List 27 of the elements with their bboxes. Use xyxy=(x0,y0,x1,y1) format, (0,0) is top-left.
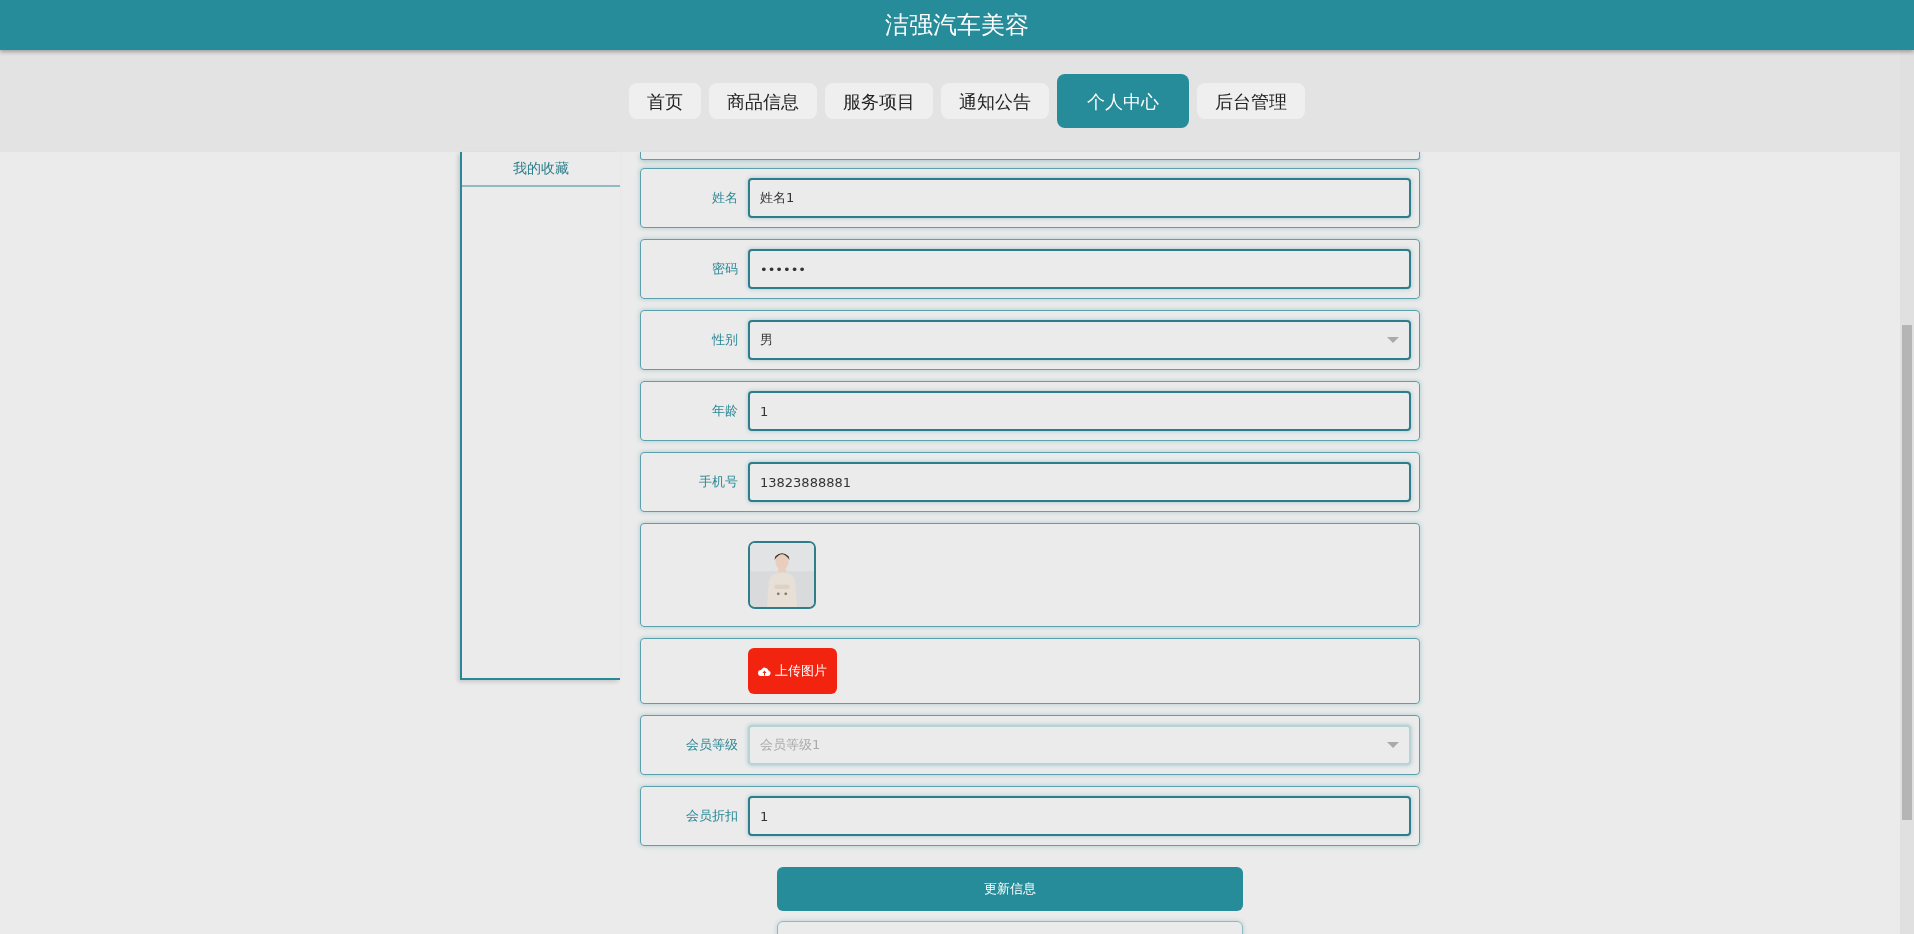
input-field[interactable]: 1 xyxy=(748,391,1411,431)
input-field[interactable]: 姓名1 xyxy=(748,178,1411,218)
field-label: 姓名 xyxy=(712,190,738,206)
input-field[interactable]: 13823888881 xyxy=(748,462,1411,502)
field-label: 会员等级 xyxy=(686,737,738,753)
nav-tab[interactable]: 商品信息 xyxy=(709,83,817,119)
cloud-upload-icon xyxy=(758,665,771,677)
nav-tab[interactable]: 首页 xyxy=(629,83,701,119)
field-label: 性别 xyxy=(712,332,738,348)
field-label: 会员折扣 xyxy=(686,808,738,824)
nav-tab[interactable]: 服务项目 xyxy=(825,83,933,119)
nav-tab[interactable]: 个人中心 xyxy=(1057,74,1189,128)
upload-button[interactable]: 上传图片 xyxy=(748,648,837,694)
dropdown-caret-icon xyxy=(1387,337,1399,343)
select-field[interactable]: 男 xyxy=(748,320,1411,360)
field-label: 手机号 xyxy=(699,474,738,490)
sidebar-item[interactable]: 我的收藏 xyxy=(462,152,620,187)
input-field[interactable]: 1 xyxy=(748,796,1411,836)
input-field[interactable]: •••••• xyxy=(748,249,1411,289)
field-label: 密码 xyxy=(712,261,738,277)
site-title: 洁强汽车美容 xyxy=(885,10,1029,41)
update-button[interactable]: 更新信息 xyxy=(777,867,1243,911)
field-label: 年龄 xyxy=(712,403,738,419)
nav-tab[interactable]: 后台管理 xyxy=(1197,83,1305,119)
nav-tab[interactable]: 通知公告 xyxy=(941,83,1049,119)
scrollbar[interactable] xyxy=(1902,325,1912,820)
dropdown-caret-icon xyxy=(1387,742,1399,748)
